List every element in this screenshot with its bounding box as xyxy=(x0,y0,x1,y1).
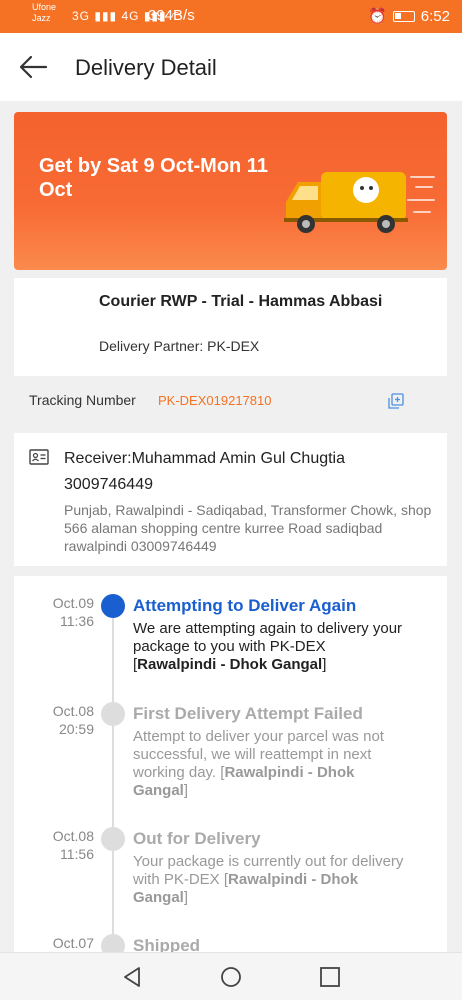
event-title: Out for Delivery xyxy=(133,829,261,848)
nav-back-icon[interactable] xyxy=(120,965,144,989)
tracking-label: Tracking Number xyxy=(29,392,136,408)
event-desc-text: We are attempting again to delivery your… xyxy=(133,620,403,655)
delivery-truck-icon xyxy=(284,172,435,233)
receiver-card: Receiver:Muhammad Amin Gul Chugtia 30097… xyxy=(14,433,447,566)
nav-recents-icon[interactable] xyxy=(318,965,342,989)
copy-icon[interactable] xyxy=(388,393,404,409)
event-datetime: Oct.08 11:56 xyxy=(34,827,94,863)
status-bar: Ufone Jazz 3G ▮▮▮ 4G ▮▮▮ ◠ 394B/s ⏰ 6:52 xyxy=(0,0,462,33)
event-description: Attempt to deliver your parcel was not s… xyxy=(133,728,384,799)
timeline-dot-active xyxy=(101,594,125,618)
timeline-line xyxy=(112,606,114,956)
event-datetime: Oct.09 11:36 xyxy=(34,594,94,630)
event-title: First Delivery Attempt Failed xyxy=(133,704,363,723)
event-time: 11:36 xyxy=(60,613,94,629)
status-right: ⏰ 6:52 xyxy=(368,7,450,26)
battery-icon xyxy=(392,10,415,22)
event-date: Oct.09 xyxy=(52,595,94,611)
event-datetime: Oct.08 20:59 xyxy=(34,702,94,738)
nav-home-icon[interactable] xyxy=(219,965,243,989)
carrier-2: Jazz xyxy=(32,13,51,23)
courier-name: Courier RWP - Trial - Hammas Abbasi xyxy=(99,293,383,310)
courier-card: Courier RWP - Trial - Hammas Abbasi Deli… xyxy=(14,278,447,376)
clock: 6:52 xyxy=(420,7,450,25)
delivery-partner: Delivery Partner: PK-DEX xyxy=(99,338,260,354)
system-nav-bar xyxy=(0,952,462,1000)
receiver-name: Receiver:Muhammad Amin Gul Chugtia xyxy=(64,450,346,467)
id-card-icon xyxy=(29,449,49,465)
event-description: We are attempting again to delivery your… xyxy=(133,620,403,673)
delivery-estimate-banner: Get by Sat 9 Oct-Mon 11 Oct xyxy=(14,112,447,270)
event-date: Oct.08 xyxy=(52,828,94,844)
event-title: Attempting to Deliver Again xyxy=(133,596,357,615)
event-description: Your package is currently out for delive… xyxy=(133,853,404,906)
carrier-1: Ufone xyxy=(32,2,57,12)
back-arrow-icon[interactable] xyxy=(18,53,48,81)
delivery-estimate-text: Get by Sat 9 Oct-Mon 11 Oct xyxy=(39,155,268,201)
page-title: Delivery Detail xyxy=(75,55,217,80)
event-date: Oct.08 xyxy=(52,703,94,719)
network-speed: 394B/s xyxy=(148,7,195,24)
receiver-phone: 3009746449 xyxy=(64,476,153,493)
tracking-row: Tracking Number PK-DEX019217810 xyxy=(14,384,447,418)
event-time: 11:56 xyxy=(60,846,94,862)
receiver-address: Punjab, Rawalpindi - Sadiqabad, Transfor… xyxy=(64,502,432,554)
timeline-dot xyxy=(101,827,125,851)
event-datetime: Oct.07 xyxy=(34,934,94,952)
event-location: Rawalpindi - Dhok Gangal xyxy=(137,656,323,673)
event-date: Oct.07 xyxy=(52,935,94,951)
timeline-dot xyxy=(101,702,125,726)
alarm-icon: ⏰ xyxy=(368,8,387,25)
app-header: Delivery Detail xyxy=(0,33,462,101)
event-time: 20:59 xyxy=(58,721,94,737)
tracking-number: PK-DEX019217810 xyxy=(158,393,272,408)
tracking-timeline: Oct.09 11:36 Attempting to Deliver Again… xyxy=(14,576,447,956)
carrier-names: Ufone Jazz xyxy=(32,2,56,24)
